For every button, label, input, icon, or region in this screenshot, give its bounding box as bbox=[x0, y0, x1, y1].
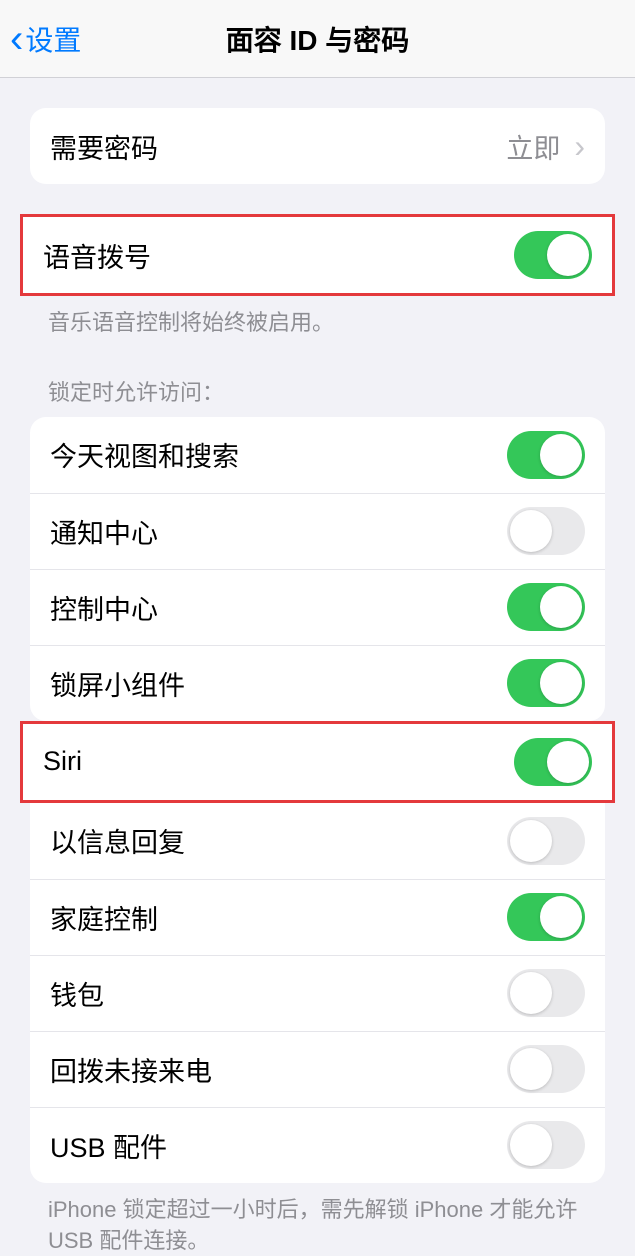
toggle-knob bbox=[540, 662, 582, 704]
row-value: 立即 › bbox=[506, 127, 585, 166]
group-require-passcode: 需要密码 立即 › bbox=[30, 108, 605, 184]
row-label: 今天视图和搜索 bbox=[50, 435, 239, 474]
page-title: 面容 ID 与密码 bbox=[0, 19, 635, 59]
row-usb: USB 配件 bbox=[30, 1107, 605, 1183]
lock-access-header: 锁定时允许访问： bbox=[48, 375, 587, 407]
row-require-passcode[interactable]: 需要密码 立即 › bbox=[30, 108, 605, 184]
row-notification: 通知中心 bbox=[30, 493, 605, 569]
voice-dial-note: 音乐语音控制将始终被启用。 bbox=[48, 308, 587, 339]
row-label: 语音拨号 bbox=[43, 236, 151, 275]
toggle-usb[interactable] bbox=[507, 1121, 585, 1169]
row-home: 家庭控制 bbox=[30, 879, 605, 955]
toggle-knob bbox=[540, 896, 582, 938]
usb-note: iPhone 锁定超过一小时后，需先解锁 iPhone 才能允许 USB 配件连… bbox=[48, 1195, 587, 1256]
row-label: 控制中心 bbox=[50, 588, 158, 627]
toggle-knob bbox=[510, 972, 552, 1014]
group-lock-access: 今天视图和搜索 通知中心 控制中心 锁屏小组件 bbox=[30, 417, 605, 721]
row-label: 通知中心 bbox=[50, 512, 158, 551]
row-label: 钱包 bbox=[50, 974, 104, 1013]
row-value-text: 立即 bbox=[506, 127, 560, 166]
back-label: 设置 bbox=[25, 19, 81, 59]
toggle-notification[interactable] bbox=[507, 507, 585, 555]
highlight-siri: Siri bbox=[20, 721, 615, 803]
chevron-right-icon: › bbox=[574, 128, 585, 165]
toggle-siri[interactable] bbox=[514, 738, 592, 786]
row-reply: 以信息回复 bbox=[30, 803, 605, 879]
group-lock-access-cont: 以信息回复 家庭控制 钱包 回拨未接来电 USB 配件 bbox=[30, 803, 605, 1183]
row-callback: 回拨未接来电 bbox=[30, 1031, 605, 1107]
highlight-voice-dial: 语音拨号 bbox=[0, 214, 635, 296]
toggle-today[interactable] bbox=[507, 431, 585, 479]
row-label: 回拨未接来电 bbox=[50, 1050, 212, 1089]
toggle-wallet[interactable] bbox=[507, 969, 585, 1017]
toggle-knob bbox=[510, 820, 552, 862]
toggle-reply[interactable] bbox=[507, 817, 585, 865]
back-button[interactable]: ‹ 设置 bbox=[0, 19, 81, 59]
row-label: 需要密码 bbox=[50, 127, 158, 166]
toggle-knob bbox=[510, 1124, 552, 1166]
navbar: ‹ 设置 面容 ID 与密码 bbox=[0, 0, 635, 78]
toggle-knob bbox=[547, 741, 589, 783]
toggle-widgets[interactable] bbox=[507, 659, 585, 707]
toggle-voice-dial[interactable] bbox=[514, 231, 592, 279]
row-label: 家庭控制 bbox=[50, 898, 158, 937]
row-control: 控制中心 bbox=[30, 569, 605, 645]
toggle-knob bbox=[540, 586, 582, 628]
toggle-home[interactable] bbox=[507, 893, 585, 941]
highlight-box: 语音拨号 bbox=[20, 214, 615, 296]
row-wallet: 钱包 bbox=[30, 955, 605, 1031]
toggle-knob bbox=[510, 1048, 552, 1090]
row-label: 以信息回复 bbox=[50, 821, 185, 860]
row-siri: Siri bbox=[23, 724, 612, 800]
row-voice-dial: 语音拨号 bbox=[23, 217, 612, 293]
chevron-left-icon: ‹ bbox=[10, 19, 23, 59]
row-label: Siri bbox=[43, 746, 82, 777]
row-label: USB 配件 bbox=[50, 1126, 167, 1165]
row-today: 今天视图和搜索 bbox=[30, 417, 605, 493]
toggle-knob bbox=[510, 510, 552, 552]
row-label: 锁屏小组件 bbox=[50, 664, 185, 703]
toggle-knob bbox=[547, 234, 589, 276]
toggle-knob bbox=[540, 434, 582, 476]
toggle-callback[interactable] bbox=[507, 1045, 585, 1093]
row-widgets: 锁屏小组件 bbox=[30, 645, 605, 721]
toggle-control[interactable] bbox=[507, 583, 585, 631]
